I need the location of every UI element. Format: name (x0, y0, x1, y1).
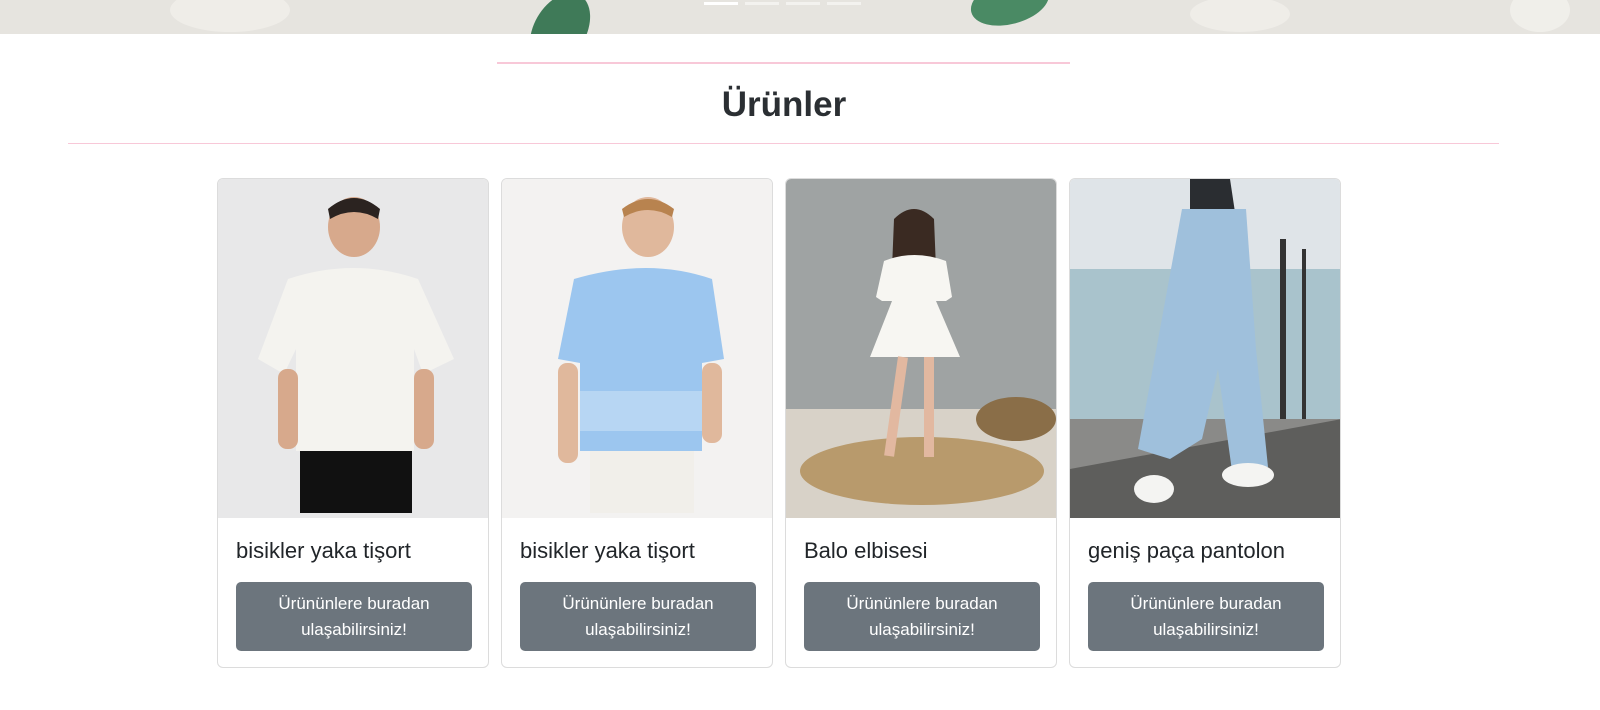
product-card: bisikler yaka tişort Ürününlere buradan … (217, 178, 489, 668)
product-name: bisikler yaka tişort (236, 538, 411, 563)
product-card: Balo elbisesi Ürününlere buradan ulaşabi… (785, 178, 1057, 668)
product-link-button[interactable]: Ürününlere buradan ulaşabilirsiniz! (520, 582, 756, 651)
product-image-man-white-tshirt[interactable] (218, 179, 488, 518)
product-image-wide-leg-jeans[interactable] (1070, 179, 1340, 518)
product-card: geniş paça pantolon Ürününlere buradan u… (1069, 178, 1341, 668)
product-name: Balo elbisesi (804, 538, 928, 563)
product-grid: bisikler yaka tişort Ürününlere buradan … (217, 178, 1341, 668)
title-divider-bottom (68, 143, 1499, 144)
product-name: geniş paça pantolon (1088, 538, 1285, 563)
leaf-decoration-icon (170, 0, 1570, 34)
carousel-indicators (704, 2, 861, 5)
carousel-indicator-2[interactable] (745, 2, 779, 5)
product-link-button[interactable]: Ürününlere buradan ulaşabilirsiniz! (804, 582, 1040, 651)
product-link-button[interactable]: Ürününlere buradan ulaşabilirsiniz! (236, 582, 472, 651)
carousel-indicator-4[interactable] (827, 2, 861, 5)
product-image-woman-white-dress[interactable] (786, 179, 1056, 518)
product-image-man-blue-tshirt[interactable] (502, 179, 772, 518)
hero-carousel (0, 0, 1600, 34)
product-name: bisikler yaka tişort (520, 538, 695, 563)
carousel-indicator-3[interactable] (786, 2, 820, 5)
product-link-button[interactable]: Ürününlere buradan ulaşabilirsiniz! (1088, 582, 1324, 651)
carousel-indicator-1[interactable] (704, 2, 738, 5)
product-card: bisikler yaka tişort Ürününlere buradan … (501, 178, 773, 668)
title-divider-top (497, 62, 1070, 64)
section-title: Ürünler (721, 85, 847, 124)
